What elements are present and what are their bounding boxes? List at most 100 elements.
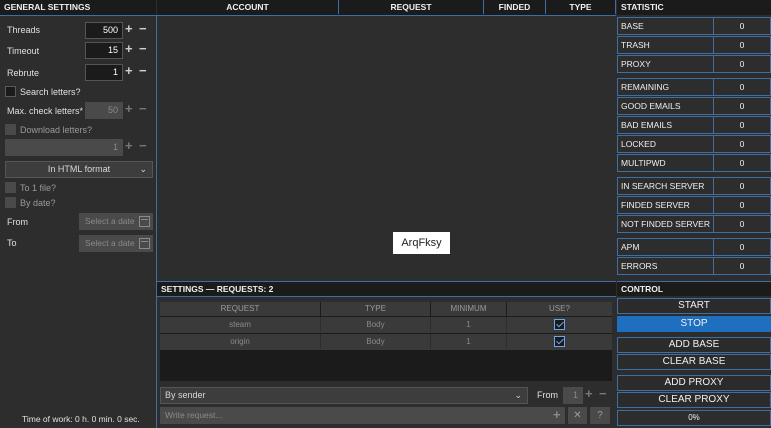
- table-row[interactable]: steam Body 1: [160, 317, 612, 333]
- row-request: steam: [160, 317, 321, 332]
- stat-label: IN SEARCH SERVER: [617, 177, 713, 195]
- to-one-file-label: To 1 file?: [20, 183, 57, 193]
- row-minimum: 1: [431, 317, 507, 332]
- req-col-type[interactable]: TYPE: [321, 302, 431, 316]
- add-base-button[interactable]: ADD BASE: [617, 337, 771, 353]
- stat-label: NOT FINDED SERVER: [617, 215, 713, 233]
- stat-label: TRASH: [617, 36, 713, 54]
- stat-label: PROXY: [617, 55, 713, 73]
- rebrute-label: Rebrute: [7, 68, 40, 78]
- by-date-checkbox[interactable]: [5, 197, 16, 208]
- stat-value: 0: [713, 257, 771, 275]
- add-proxy-button[interactable]: ADD PROXY: [617, 375, 771, 391]
- stat-trash: TRASH 0: [617, 36, 771, 54]
- settings-header: SETTINGS — REQUESTS: 2: [157, 281, 616, 296]
- download-plus-icon[interactable]: +: [125, 138, 133, 154]
- sender-select-value: By sender: [165, 390, 206, 400]
- use-checkbox[interactable]: [554, 319, 565, 330]
- use-checkbox[interactable]: [554, 336, 565, 347]
- stat-value: 0: [713, 196, 771, 214]
- stat-value: 0: [713, 215, 771, 233]
- from-input[interactable]: 1: [563, 387, 583, 404]
- from-minus-icon[interactable]: −: [599, 386, 607, 402]
- stat-value: 0: [713, 78, 771, 96]
- req-col-use[interactable]: USE?: [507, 302, 612, 316]
- table-row[interactable]: origin Body 1: [160, 334, 612, 350]
- req-col-minimum[interactable]: MINIMUM: [431, 302, 507, 316]
- close-icon[interactable]: ✕: [568, 407, 587, 424]
- row-type: Body: [321, 317, 431, 332]
- rebrute-plus-icon[interactable]: +: [125, 63, 133, 79]
- chevron-down-icon: ⌄: [514, 390, 522, 400]
- download-letters-checkbox[interactable]: [5, 124, 16, 135]
- download-minus-icon[interactable]: −: [139, 138, 147, 154]
- stat-label: FINDED SERVER: [617, 196, 713, 214]
- stat-apm: APM 0: [617, 238, 771, 256]
- stat-value: 0: [713, 17, 771, 35]
- threads-label: Threads: [7, 25, 41, 35]
- column-type[interactable]: TYPE: [546, 0, 616, 14]
- column-account[interactable]: ACCOUNT: [157, 0, 339, 14]
- control-title: CONTROL: [621, 284, 664, 294]
- stat-locked: LOCKED 0: [617, 135, 771, 153]
- time-of-work: Time of work: 0 h. 0 min. 0 sec.: [22, 414, 140, 424]
- stat-label: APM: [617, 238, 713, 256]
- general-settings-panel: Threads 500 + − Timeout 15 + − Rebrute 1…: [0, 15, 157, 428]
- add-request-icon[interactable]: +: [553, 407, 561, 423]
- column-finded[interactable]: FINDED: [484, 0, 546, 14]
- stat-value: 0: [713, 238, 771, 256]
- progress-bar: 0%: [617, 410, 771, 426]
- overlay-label: ArqFksy: [393, 232, 450, 254]
- timeout-plus-icon[interactable]: +: [125, 41, 133, 57]
- stat-value: 0: [713, 97, 771, 115]
- write-request-input[interactable]: Write request...: [160, 407, 565, 424]
- search-letters-checkbox[interactable]: [5, 86, 16, 97]
- download-count-input[interactable]: 1: [5, 139, 123, 156]
- calendar-icon[interactable]: [139, 238, 150, 249]
- help-icon[interactable]: ?: [590, 407, 610, 424]
- requests-table-header: REQUEST TYPE MINIMUM USE?: [160, 302, 612, 316]
- results-list[interactable]: ArqFksy: [157, 15, 616, 280]
- row-minimum: 1: [431, 334, 507, 349]
- timeout-minus-icon[interactable]: −: [139, 41, 147, 57]
- by-date-label: By date?: [20, 198, 56, 208]
- max-check-input[interactable]: 50: [85, 102, 123, 119]
- stat-label: GOOD EMAILS: [617, 97, 713, 115]
- settings-title: SETTINGS — REQUESTS: 2: [161, 284, 274, 294]
- from-date-input[interactable]: Select a date: [79, 213, 153, 230]
- from-label: From: [537, 390, 558, 400]
- start-button[interactable]: START: [617, 298, 771, 314]
- download-letters-label: Download letters?: [20, 125, 93, 135]
- stat-base: BASE 0: [617, 17, 771, 35]
- stat-proxy: PROXY 0: [617, 55, 771, 73]
- req-col-request[interactable]: REQUEST: [160, 302, 321, 316]
- max-check-label: Max. check letters*: [7, 106, 84, 116]
- to-one-file-checkbox[interactable]: [5, 182, 16, 193]
- calendar-icon[interactable]: [139, 216, 150, 227]
- from-plus-icon[interactable]: +: [585, 386, 593, 402]
- sender-select[interactable]: By sender ⌄: [160, 387, 528, 404]
- threads-input[interactable]: 500: [85, 22, 123, 39]
- clear-base-button[interactable]: CLEAR BASE: [617, 354, 771, 370]
- stat-value: 0: [713, 154, 771, 172]
- threads-minus-icon[interactable]: −: [139, 21, 147, 37]
- rebrute-minus-icon[interactable]: −: [139, 63, 147, 79]
- stat-label: LOCKED: [617, 135, 713, 153]
- format-select[interactable]: In HTML format ⌄: [5, 161, 153, 178]
- max-check-plus-icon[interactable]: +: [125, 101, 133, 117]
- stat-in-search-server: IN SEARCH SERVER 0: [617, 177, 771, 195]
- format-select-value: In HTML format: [47, 164, 111, 174]
- max-check-minus-icon[interactable]: −: [139, 101, 147, 117]
- stat-bad-emails: BAD EMAILS 0: [617, 116, 771, 134]
- threads-plus-icon[interactable]: +: [125, 21, 133, 37]
- stop-button[interactable]: STOP: [617, 316, 771, 332]
- from-date-label: From: [7, 217, 28, 227]
- stat-label: ERRORS: [617, 257, 713, 275]
- rebrute-input[interactable]: 1: [85, 64, 123, 81]
- stat-label: BAD EMAILS: [617, 116, 713, 134]
- statistic-title: STATISTIC: [621, 2, 664, 12]
- to-date-input[interactable]: Select a date: [79, 235, 153, 252]
- timeout-input[interactable]: 15: [85, 42, 123, 59]
- column-request[interactable]: REQUEST: [339, 0, 484, 14]
- clear-proxy-button[interactable]: CLEAR PROXY: [617, 392, 771, 408]
